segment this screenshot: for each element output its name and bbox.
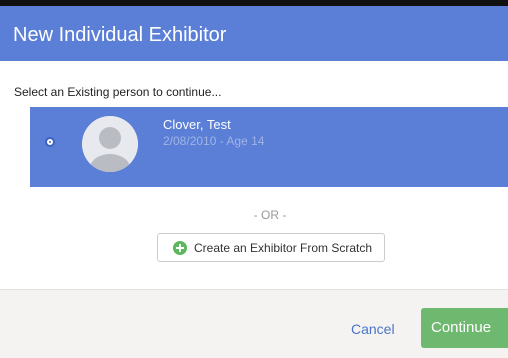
select-person-prompt: Select an Existing person to continue... (14, 85, 222, 99)
avatar-placeholder-icon (82, 116, 138, 172)
continue-button[interactable]: Continue (421, 308, 508, 348)
or-divider-text: - OR - (253, 208, 287, 222)
person-option-selected[interactable]: Clover, Test 2/08/2010 - Age 14 (30, 107, 508, 187)
modal-header: New Individual Exhibitor (0, 6, 508, 61)
plus-circle-icon (173, 241, 187, 255)
person-radio[interactable] (45, 137, 55, 147)
person-name: Clover, Test (163, 117, 231, 132)
create-exhibitor-label: Create an Exhibitor From Scratch (194, 241, 373, 255)
radio-dot (49, 141, 51, 143)
continue-label: Continue (431, 319, 492, 336)
person-birthdate-age: 2/08/2010 - Age 14 (163, 134, 265, 148)
cancel-button[interactable]: Cancel (351, 321, 395, 337)
modal-title: New Individual Exhibitor (13, 24, 227, 46)
modal-footer: Cancel Continue (0, 289, 508, 358)
create-exhibitor-from-scratch-button[interactable]: Create an Exhibitor From Scratch (157, 233, 385, 262)
